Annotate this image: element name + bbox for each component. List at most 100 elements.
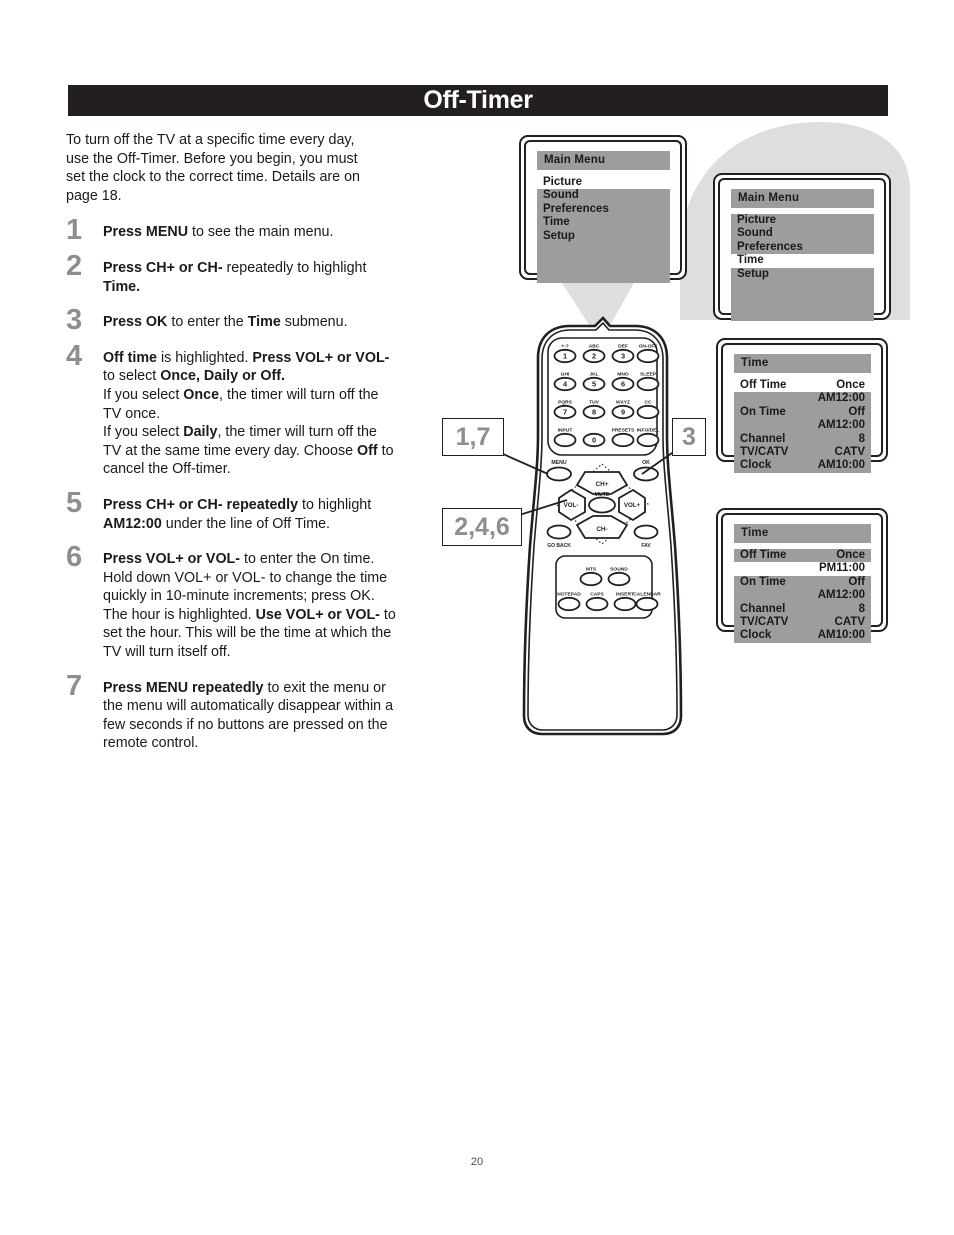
osd-row-value: Off <box>848 405 865 418</box>
osd-row-value: AM12:00 <box>817 419 865 432</box>
callout-ok-step: 3 <box>672 418 706 456</box>
step-item: 3 Press OK to enter the Time submenu. <box>66 306 396 335</box>
osd-row-label: On Time <box>740 575 786 588</box>
osd-row-label: Picture <box>543 176 582 188</box>
step-number: 7 <box>66 669 83 702</box>
osd-row-label: Off Time <box>740 549 787 561</box>
remote-key-caption: INPUT <box>558 428 573 434</box>
osd-row: Time <box>537 216 670 229</box>
remote-key-caption: TUV <box>589 400 600 406</box>
remote-key-caption: ON-OFF <box>639 344 658 350</box>
osd-row: AM12:00 <box>734 392 871 405</box>
remote-key <box>636 404 660 420</box>
remote-go-back-label: GO BACK <box>547 543 571 549</box>
osd-row: On Time Off <box>734 406 871 419</box>
osd-filler <box>731 281 874 321</box>
remote-key-caption: PRESETS <box>612 428 636 434</box>
osd-row-label: Sound <box>737 227 773 240</box>
remote-key-digit: 9 <box>621 408 625 417</box>
osd-rows: Off Time Once PM11:00 On Time Off AM12:00 Chan… <box>734 549 871 643</box>
remote-key <box>553 432 577 448</box>
osd-row-value: CATV <box>834 446 865 459</box>
osd-title: Time <box>734 354 871 373</box>
osd-row-highlighted: Off Time Once <box>734 379 871 393</box>
step-item: 1 Press MENU to see the main menu. <box>66 216 396 245</box>
osd-row-label: On Time <box>740 405 786 418</box>
remote-key-caption: WXYZ <box>616 400 630 406</box>
osd-row-label: Clock <box>740 459 772 472</box>
steps-list: 1 Press MENU to see the main menu. 2 Press … <box>66 216 396 753</box>
instructions-column: To turn off the TV at a specific time ev… <box>66 131 396 770</box>
remote-bottom-key-caption: INSERT <box>616 592 634 598</box>
osd-row: TV/CATV CATV <box>734 446 871 459</box>
osd-row: On Time Off <box>734 576 871 589</box>
osd-row-value: Once <box>836 379 865 391</box>
remote-fav-label: FAV <box>641 543 651 549</box>
step-text: Press MENU to see the main menu. <box>103 224 334 241</box>
remote-key-caption: ABC <box>589 344 600 350</box>
osd-row-label: Channel <box>740 432 786 445</box>
remote-ok-label: OK <box>642 460 650 466</box>
step-text: Press VOL+ or VOL- to enter the On time.… <box>103 551 396 661</box>
remote-key-digit: 8 <box>592 408 596 417</box>
osd-row-label: Setup <box>737 267 769 280</box>
remote-bottom-key <box>557 596 581 612</box>
remote-key-caption: INFO/DEL <box>637 428 660 434</box>
callout-ok-label: 3 <box>682 423 696 451</box>
osd-row: Clock AM10:00 <box>734 629 871 642</box>
osd-row: Clock AM10:00 <box>734 459 871 472</box>
osd-row-value: AM10:00 <box>817 629 865 642</box>
osd-row-label: Time <box>543 216 570 229</box>
osd-rows: Picture Sound Preferences Time Setup <box>537 176 670 284</box>
step-text: Off time is highlighted. Press VOL+ or V… <box>103 349 394 478</box>
osd-row-value: 8 <box>858 602 865 615</box>
remote-key <box>636 376 660 392</box>
osd-row-label: Picture <box>737 214 776 226</box>
remote-ch-up-label: CH+ <box>596 481 609 488</box>
step-number: 6 <box>66 541 83 574</box>
remote-bottom-key-caption: MTS <box>586 567 597 573</box>
osd-row-value: Once <box>836 549 865 561</box>
remote-key <box>611 432 635 448</box>
osd-row-value: 8 <box>858 432 865 445</box>
remote-bottom-key-caption: CALENDAR <box>633 592 661 598</box>
osd-main-menu-picture: Main Menu Picture Sound Preferences Time Set… <box>537 151 670 284</box>
remote-key-digit: 1 <box>563 352 567 361</box>
osd-row-highlighted: Picture <box>537 176 670 190</box>
page-title: Off-Timer <box>423 86 533 114</box>
osd-main-menu-time: Main Menu Picture Sound Preferences Time Set… <box>731 189 874 322</box>
step-number: 3 <box>66 304 83 337</box>
osd-row-label <box>737 419 740 432</box>
osd-row-label: Off Time <box>740 379 787 391</box>
remote-bottom-key <box>579 571 603 587</box>
step-number: 2 <box>66 249 83 282</box>
osd-row-label <box>737 392 740 405</box>
remote-control-illustration: 1 +-? 2 ABC 3 DEF ON-OFF 4 GHI 5 JKL 6 MNO SLEEP 7 PQRS… <box>515 316 690 736</box>
remote-key-caption: +-? <box>561 344 568 350</box>
osd-row-highlighted: PM11:00 <box>734 562 871 576</box>
step-item: 6 Press VOL+ or VOL- to enter the On time… <box>66 543 396 662</box>
remote-vol-down-label: VOL- <box>564 502 579 509</box>
remote-bottom-key-caption: NOTEPAD <box>557 592 581 598</box>
step-text: Press CH+ or CH- repeatedly to highlight… <box>103 496 372 532</box>
remote-bottom-key-caption: SOUND <box>610 567 628 573</box>
remote-bottom-key <box>635 596 659 612</box>
osd-time-offtime: Time Off Time Once AM12:00 On Time Off AM12:0… <box>734 354 871 473</box>
remote-key-caption: MNO <box>617 372 629 378</box>
osd-row: Setup <box>537 230 670 243</box>
osd-rows: Picture Sound Preferences Time Setup <box>731 214 874 322</box>
callout-menu-label: 1,7 <box>455 423 491 451</box>
remote-bottom-key-caption: CAPS <box>590 592 604 598</box>
osd-row: Preferences <box>731 241 874 254</box>
diagram-area: Main Menu Picture Sound Preferences Time Set… <box>430 120 930 760</box>
tv-screen-time-offtime: Time Off Time Once AM12:00 On Time Off AM12:0… <box>716 338 888 473</box>
osd-time-pm11: Time Off Time Once PM11:00 On Time Off AM12:0… <box>734 524 871 643</box>
osd-row-label <box>737 562 740 575</box>
osd-row-label: Channel <box>740 602 786 615</box>
osd-row: TV/CATV CATV <box>734 616 871 629</box>
osd-row-value: Off <box>848 575 865 588</box>
osd-row-label: TV/CATV <box>740 446 789 459</box>
osd-row: Sound <box>731 227 874 240</box>
osd-row-highlighted: Time <box>731 254 874 268</box>
page-header-bar: Off-Timer <box>68 85 888 116</box>
